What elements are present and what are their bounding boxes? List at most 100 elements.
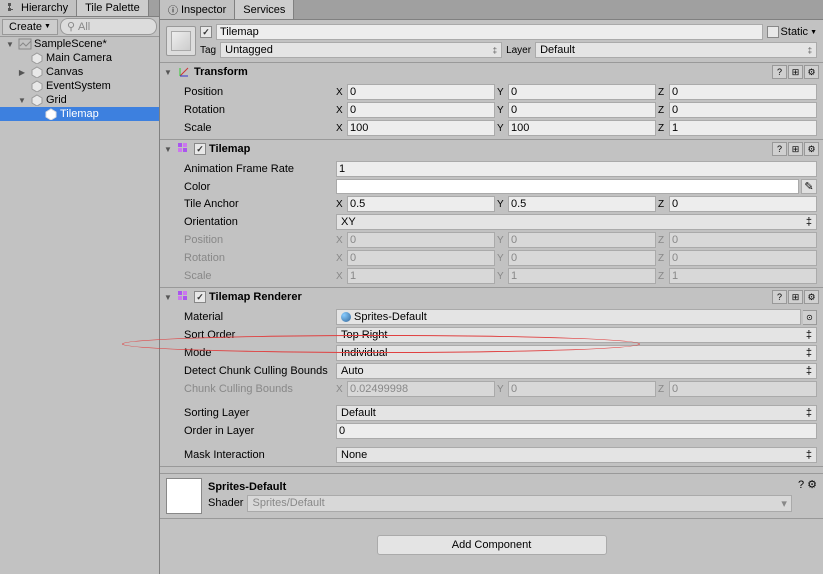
frame-rate-label: Animation Frame Rate: [184, 163, 336, 175]
tab-tile-palette[interactable]: Tile Palette: [77, 0, 149, 16]
hierarchy-icon: [8, 3, 18, 13]
shader-label: Shader: [208, 497, 243, 509]
foldout-icon[interactable]: ▼: [4, 39, 16, 49]
inspector-icon: ⓘ: [168, 2, 178, 17]
tm-rot-y: [508, 250, 656, 266]
tag-dropdown[interactable]: Untagged‡: [220, 42, 502, 58]
transform-scl-y[interactable]: [508, 120, 656, 136]
transform-component-header[interactable]: ▼ Transform ? ⊞ ⚙: [160, 63, 823, 81]
search-icon: ⚲: [67, 20, 75, 33]
transform-rot-x[interactable]: [347, 102, 495, 118]
create-button[interactable]: Create ▼: [2, 19, 58, 35]
chevron-down-icon: ‡: [808, 46, 812, 55]
gameobject-icon: [30, 80, 44, 92]
tilemap-icon: [177, 142, 191, 156]
object-picker-icon[interactable]: ⊙: [803, 310, 817, 325]
chevron-down-icon: ‡: [806, 216, 812, 228]
gear-icon[interactable]: ⚙: [804, 142, 819, 156]
material-label: Material: [184, 311, 336, 323]
static-checkbox[interactable]: [767, 26, 779, 38]
chevron-down-icon: ‡: [806, 449, 812, 461]
help-button[interactable]: ?: [772, 142, 787, 156]
order-layer-input[interactable]: [336, 423, 817, 439]
anchor-z[interactable]: [669, 196, 817, 212]
gear-icon[interactable]: ⚙: [804, 65, 819, 79]
gameobject-icon: [44, 108, 58, 120]
tag-label: Tag: [200, 45, 216, 56]
transform-scl-x[interactable]: [347, 120, 495, 136]
transform-icon: [177, 65, 191, 79]
foldout-icon[interactable]: ▼: [16, 95, 28, 105]
anchor-x[interactable]: [347, 196, 495, 212]
orientation-dropdown[interactable]: XY‡: [336, 214, 817, 230]
transform-title: Transform: [194, 66, 769, 78]
transform-pos-y[interactable]: [508, 84, 656, 100]
foldout-icon[interactable]: ▼: [164, 293, 174, 302]
anchor-y[interactable]: [508, 196, 656, 212]
tm-position-label: Position: [184, 234, 336, 246]
tm-pos-z: [669, 232, 817, 248]
foldout-icon[interactable]: ▼: [164, 68, 174, 77]
preset-button[interactable]: ⊞: [788, 142, 803, 156]
mode-dropdown[interactable]: Individual‡: [336, 345, 817, 361]
enabled-checkbox[interactable]: [200, 26, 212, 38]
hierarchy-tree[interactable]: ▼ SampleScene* Main Camera ▶ Canvas Even…: [0, 37, 159, 574]
position-label: Position: [184, 86, 336, 98]
transform-pos-x[interactable]: [347, 84, 495, 100]
tilemap-title: Tilemap: [209, 143, 769, 155]
tm-pos-y: [508, 232, 656, 248]
gear-icon[interactable]: ⚙: [804, 290, 819, 304]
foldout-icon[interactable]: ▼: [164, 145, 174, 154]
material-preview[interactable]: Sprites-Default Shader Sprites/Default▾ …: [160, 473, 823, 519]
tab-hierarchy[interactable]: Hierarchy: [0, 0, 77, 16]
mask-label: Mask Interaction: [184, 449, 336, 461]
transform-scl-z[interactable]: [669, 120, 817, 136]
color-field[interactable]: [336, 179, 799, 194]
sorting-layer-dropdown[interactable]: Default‡: [336, 405, 817, 421]
hierarchy-item-canvas[interactable]: ▶ Canvas: [0, 65, 159, 79]
tilemap-component-header[interactable]: ▼ Tilemap ? ⊞ ⚙: [160, 140, 823, 158]
gear-icon[interactable]: ⚙: [807, 479, 817, 491]
material-field[interactable]: Sprites-Default: [336, 309, 801, 325]
transform-rot-y[interactable]: [508, 102, 656, 118]
hierarchy-item-grid[interactable]: ▼ Grid: [0, 93, 159, 107]
layer-dropdown[interactable]: Default‡: [535, 42, 817, 58]
detect-bounds-dropdown[interactable]: Auto‡: [336, 363, 817, 379]
foldout-icon[interactable]: ▶: [16, 67, 28, 77]
chevron-down-icon: ‡: [493, 46, 497, 55]
transform-pos-z[interactable]: [669, 84, 817, 100]
add-component-button[interactable]: Add Component: [377, 535, 607, 555]
tab-inspector[interactable]: ⓘ Inspector: [160, 0, 235, 19]
hierarchy-scene[interactable]: ▼ SampleScene*: [0, 37, 159, 51]
search-input[interactable]: ⚲ All: [60, 18, 157, 35]
eyedropper-icon[interactable]: ✎: [801, 179, 817, 194]
preset-button[interactable]: ⊞: [788, 65, 803, 79]
frame-rate-input[interactable]: [336, 161, 817, 177]
chevron-down-icon: ‡: [806, 365, 812, 377]
tm-pos-x: [347, 232, 495, 248]
tilemap-renderer-icon: [177, 290, 191, 304]
hierarchy-item-camera[interactable]: Main Camera: [0, 51, 159, 65]
tab-inspector-label: Inspector: [181, 4, 226, 16]
bounds-x: [347, 381, 495, 397]
detect-bounds-label: Detect Chunk Culling Bounds: [184, 365, 336, 377]
sort-order-dropdown[interactable]: Top Right‡: [336, 327, 817, 343]
help-button[interactable]: ?: [772, 290, 787, 304]
renderer-enabled-checkbox[interactable]: [194, 291, 206, 303]
hierarchy-item-tilemap[interactable]: Tilemap: [0, 107, 159, 121]
create-label: Create: [9, 21, 42, 33]
anchor-label: Tile Anchor: [184, 198, 336, 210]
transform-rot-z[interactable]: [669, 102, 817, 118]
mask-dropdown[interactable]: None‡: [336, 447, 817, 463]
help-button[interactable]: ?: [798, 479, 804, 491]
hierarchy-item-eventsystem[interactable]: EventSystem: [0, 79, 159, 93]
preset-button[interactable]: ⊞: [788, 290, 803, 304]
renderer-component-header[interactable]: ▼ Tilemap Renderer ? ⊞ ⚙: [160, 288, 823, 306]
help-button[interactable]: ?: [772, 65, 787, 79]
tab-services[interactable]: Services: [235, 0, 294, 19]
static-dropdown-icon[interactable]: ▼: [810, 29, 817, 36]
tab-hierarchy-label: Hierarchy: [21, 2, 68, 14]
object-name-input[interactable]: Tilemap: [216, 24, 763, 40]
gameobject-type-icon[interactable]: [166, 26, 196, 56]
tilemap-enabled-checkbox[interactable]: [194, 143, 206, 155]
